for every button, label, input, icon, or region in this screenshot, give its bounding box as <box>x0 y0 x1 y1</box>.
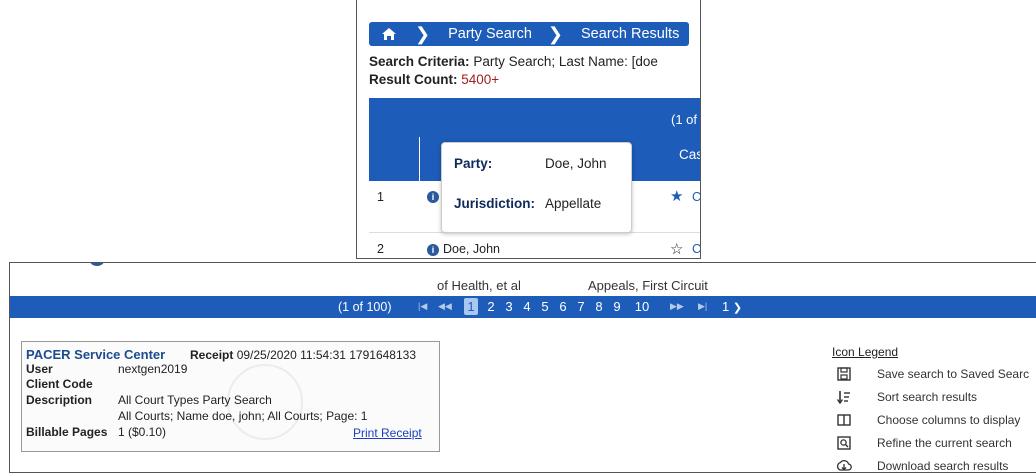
page-3[interactable]: 3 <box>502 299 516 314</box>
page-6[interactable]: 6 <box>556 299 570 314</box>
page-7[interactable]: 7 <box>574 299 588 314</box>
page-1[interactable]: 1 <box>464 298 478 315</box>
home-icon <box>382 28 396 40</box>
page-4[interactable]: 4 <box>520 299 534 314</box>
pacer-service-center: PACER Service Center <box>26 347 166 362</box>
home-breadcrumb[interactable] <box>369 22 409 46</box>
result-count: Result Count: 5400+ <box>369 72 500 87</box>
page-select[interactable]: 1 ❯ <box>722 299 742 314</box>
chevron-right-icon: ❯ <box>409 22 435 46</box>
icon-legend: Icon Legend Save search to Saved Searc S… <box>832 345 1030 473</box>
first-page-icon[interactable]: |◀ <box>418 301 427 312</box>
next-page-icon[interactable]: ▶▶ <box>670 301 684 312</box>
breadcrumb-party-search[interactable]: Party Search <box>434 22 542 46</box>
party-tooltip: Party: Doe, John Jurisdiction: Appellate <box>441 142 632 233</box>
prev-page-icon[interactable]: ◀◀ <box>438 301 452 312</box>
refine-icon <box>837 436 851 450</box>
description-line: All Courts; Name doe, john; All Courts; … <box>118 409 368 423</box>
star-filled-icon[interactable]: ★ <box>670 187 683 205</box>
column-header-case[interactable]: Cas <box>679 147 700 162</box>
table-row <box>10 263 1036 270</box>
pagination-bar: (1 of 100) |◀ ◀◀ 1 2 3 4 5 6 7 8 9 10 ▶▶… <box>10 296 1036 318</box>
columns-icon <box>837 414 851 426</box>
last-page-icon[interactable]: ▶| <box>698 301 707 312</box>
page-5[interactable]: 5 <box>538 299 552 314</box>
user-value: nextgen2019 <box>118 362 188 376</box>
search-results-crop: ❯ Party Search ❯ Search Results Search C… <box>356 0 701 259</box>
sort-icon <box>836 391 850 405</box>
receipt-line: Receipt 09/25/2020 11:54:31 1791648133 <box>190 348 416 362</box>
billable-value: 1 ($0.10) <box>118 425 167 439</box>
info-icon[interactable]: i <box>427 242 439 256</box>
search-criteria: Search Criteria: Party Search; Last Name… <box>369 54 658 69</box>
description-line: All Court Types Party Search <box>118 393 272 407</box>
page-8[interactable]: 8 <box>592 299 606 314</box>
icon-legend-title: Icon Legend <box>832 345 899 359</box>
page-count: (1 of 100) <box>338 300 392 314</box>
party-name: Doe, John <box>443 242 500 256</box>
table-cell: of Health, et al <box>437 278 521 293</box>
breadcrumb: ❯ Party Search ❯ Search Results <box>369 22 690 46</box>
page-10[interactable]: 10 <box>632 299 652 314</box>
results-footer-crop: of Health, et al Appeals, First Circuit … <box>9 262 1036 473</box>
table-pager-band: (1 of <box>369 98 700 142</box>
page-2[interactable]: 2 <box>484 299 498 314</box>
star-outline-icon[interactable]: ☆ <box>670 240 683 258</box>
table-cell: Appeals, First Circuit <box>588 278 708 293</box>
info-icon[interactable]: i <box>427 189 439 203</box>
print-receipt-link[interactable]: Print Receipt <box>353 426 422 440</box>
chevron-down-icon: ❯ <box>732 302 743 314</box>
breadcrumb-search-results[interactable]: Search Results <box>567 22 690 46</box>
save-icon <box>837 367 851 381</box>
pacer-receipt: PACER Service Center Receipt 09/25/2020 … <box>21 341 440 452</box>
table-row: 2 i Doe, John ☆ C <box>377 240 701 258</box>
page-9[interactable]: 9 <box>610 299 624 314</box>
chevron-right-icon: ❯ <box>541 22 568 46</box>
